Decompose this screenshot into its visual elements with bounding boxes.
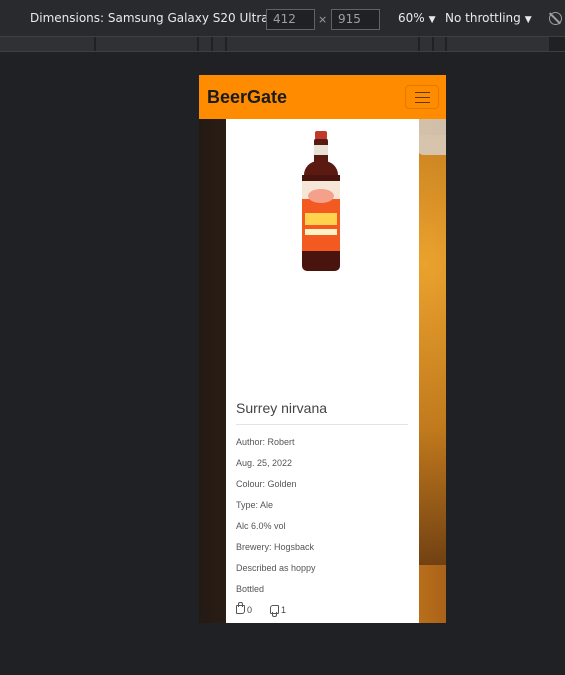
- ruler-segment[interactable]: [447, 37, 550, 51]
- throttling-label: No throttling: [445, 11, 521, 25]
- throttling-select[interactable]: No throttling ▼: [445, 11, 532, 25]
- ruler-segment[interactable]: [434, 37, 446, 51]
- beer-packaging: Bottled: [236, 584, 265, 594]
- navbar: BeerGate: [199, 75, 446, 119]
- background-foam: [416, 119, 446, 155]
- zoom-select[interactable]: 60% ▼: [398, 11, 436, 25]
- ruler-segment[interactable]: [227, 37, 419, 51]
- beer-alc: Alc 6.0% vol: [236, 521, 286, 531]
- ruler-segment[interactable]: [96, 37, 198, 51]
- navbar-toggler-button[interactable]: [405, 85, 439, 109]
- device-viewport: BeerGate Surrey nirvana Author: Robert A…: [199, 75, 446, 623]
- devtools-device-toolbar: Dimensions: Samsung Galaxy S20 Ultra▼ 41…: [0, 0, 565, 36]
- divider: [236, 424, 408, 425]
- zoom-label: 60%: [398, 11, 425, 25]
- height-input[interactable]: 915: [331, 9, 380, 30]
- disable-touch-icon[interactable]: [549, 12, 562, 25]
- ruler-segment[interactable]: [0, 37, 95, 51]
- dislike-button[interactable]: 1: [270, 605, 286, 615]
- beer-brewery: Brewery: Hogsback: [236, 542, 315, 552]
- like-button[interactable]: 0: [236, 602, 253, 615]
- beer-date: Aug. 25, 2022: [236, 458, 293, 468]
- dislike-count: 1: [281, 605, 287, 615]
- beer-type: Type: Ale: [236, 500, 274, 510]
- beer-title: Surrey nirvana: [236, 400, 328, 416]
- times-sign: ×: [318, 13, 328, 26]
- width-input[interactable]: 412: [266, 9, 315, 30]
- beer-author: Author: Robert: [236, 437, 295, 447]
- beer-card: Surrey nirvana Author: Robert Aug. 25, 2…: [226, 119, 419, 623]
- chevron-down-icon: ▼: [428, 15, 436, 25]
- device-select[interactable]: Dimensions: Samsung Galaxy S20 Ultra▼: [30, 11, 280, 25]
- device-label: Dimensions: Samsung Galaxy S20 Ultra: [30, 11, 269, 25]
- beer-bottle-image: [302, 131, 340, 271]
- beer-description: Described as hoppy: [236, 563, 316, 573]
- thumbs-up-icon: [236, 602, 245, 614]
- like-count: 0: [247, 605, 253, 615]
- hamburger-icon: [415, 92, 430, 103]
- ruler-segment[interactable]: [199, 37, 212, 51]
- brand-logo[interactable]: BeerGate: [207, 87, 287, 108]
- thumbs-down-icon: [270, 605, 279, 614]
- chevron-down-icon: ▼: [524, 15, 532, 25]
- media-query-ruler: [0, 36, 565, 52]
- ruler-segment[interactable]: [420, 37, 433, 51]
- ruler-segment[interactable]: [213, 37, 226, 51]
- beer-colour: Colour: Golden: [236, 479, 297, 489]
